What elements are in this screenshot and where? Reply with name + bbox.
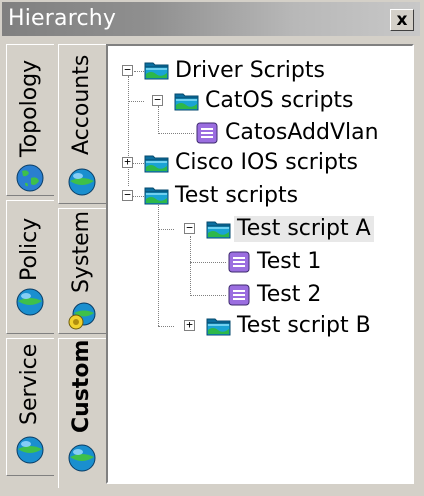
tab-policy[interactable]: Policy xyxy=(6,200,54,334)
folder-icon xyxy=(206,315,232,337)
script-icon xyxy=(226,284,252,306)
close-icon: x xyxy=(396,10,408,30)
collapse-toggle[interactable]: − xyxy=(122,64,133,76)
tab-accounts-label: Accounts xyxy=(69,54,94,155)
tab-policy-label: Policy xyxy=(17,217,42,281)
tree-node-label: Test script B xyxy=(237,313,371,338)
tree-node-label: Cisco IOS scripts xyxy=(175,150,359,175)
tree-node-label: Test scripts xyxy=(175,183,299,208)
folder-icon xyxy=(144,59,170,81)
tab-system[interactable]: System xyxy=(58,208,106,334)
tab-accounts[interactable]: Accounts xyxy=(58,44,106,204)
tab-topology[interactable]: Topology xyxy=(6,44,54,196)
system-icon xyxy=(67,301,97,331)
sphere-icon xyxy=(15,435,45,465)
panel-title: Hierarchy xyxy=(8,6,117,31)
collapse-toggle[interactable]: − xyxy=(152,94,163,106)
sphere-icon xyxy=(67,443,97,473)
script-icon xyxy=(226,251,252,273)
tab-system-label: System xyxy=(69,210,94,293)
tab-service-label: Service xyxy=(17,343,42,425)
expand-toggle[interactable]: + xyxy=(184,319,195,331)
tree-node-label: CatosAddVlan xyxy=(225,120,379,145)
tab-service[interactable]: Service xyxy=(6,338,54,476)
folder-icon xyxy=(174,90,200,112)
collapse-toggle[interactable]: − xyxy=(184,222,195,234)
tree-node-label: Test script A xyxy=(234,216,374,242)
expand-toggle[interactable]: + xyxy=(122,156,133,168)
folder-icon xyxy=(206,218,232,240)
folder-icon xyxy=(144,152,170,174)
tree-node-label: Test 1 xyxy=(257,249,322,274)
sphere-icon xyxy=(15,287,45,317)
hierarchy-panel: Hierarchy x Topology Policy Service Acco… xyxy=(0,0,424,496)
tree-node-label: Driver Scripts xyxy=(175,58,325,83)
tab-custom-label: Custom xyxy=(69,339,94,433)
script-tree[interactable]: − Driver Scripts − CatOS scripts CatosAd… xyxy=(106,44,414,484)
sphere-icon xyxy=(67,167,97,197)
title-bar: Hierarchy x xyxy=(2,2,420,36)
folder-icon xyxy=(144,184,170,206)
tree-node-label: CatOS scripts xyxy=(205,88,354,113)
collapse-toggle[interactable]: − xyxy=(122,189,133,201)
script-icon xyxy=(194,122,220,144)
close-button[interactable]: x xyxy=(390,9,414,31)
globe-icon xyxy=(15,163,45,193)
tree-node-label: Test 2 xyxy=(257,282,322,307)
tab-custom[interactable]: Custom xyxy=(58,338,108,488)
tab-topology-label: Topology xyxy=(17,59,42,157)
